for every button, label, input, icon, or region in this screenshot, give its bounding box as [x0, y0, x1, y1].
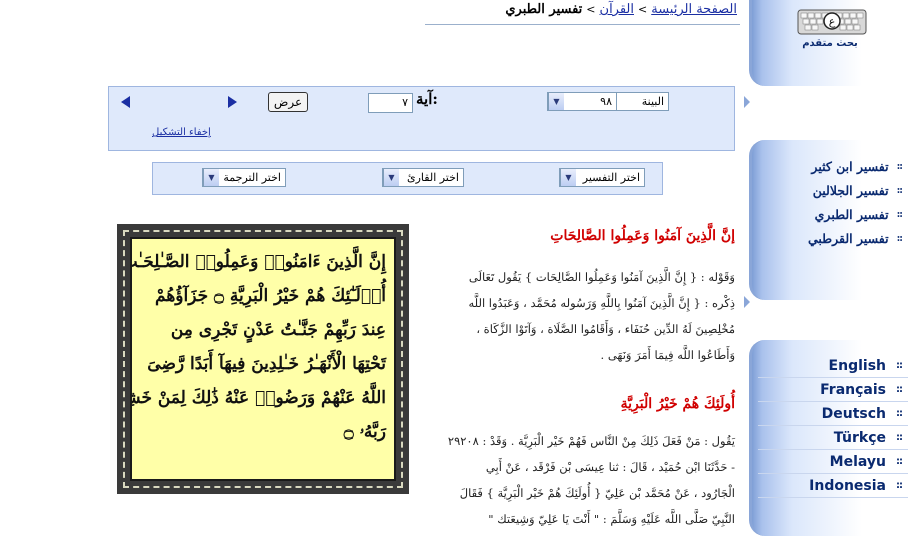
sidebar: ع بحث متقدم :: تفسير ابن كثير :: تفسير ا…: [745, 0, 908, 550]
verse-line: رَبَّهُۥ ۝: [343, 422, 386, 442]
advanced-search-link[interactable]: بحث متقدم: [752, 38, 908, 49]
chevron-down-icon[interactable]: ▼: [548, 93, 564, 110]
bullet-icon: ::: [896, 160, 903, 172]
bullet-icon: ::: [896, 456, 903, 467]
language-german[interactable]: Deutsch ::: [758, 402, 908, 426]
tafsir-heading: إنَّ الَّذِينَ آمَنُوا وَعَمِلُوا الصَّا…: [550, 228, 735, 244]
ayah-label: آية:: [416, 90, 438, 108]
chevron-down-icon[interactable]: ▼: [383, 169, 399, 186]
sidebar-item-label: تفسير الجلالين: [812, 182, 889, 198]
verse-navigation-panel: البينة ▼ ٩٨ ٩٨ ▼ آية: ٧ عرض إخفاء التشكي…: [108, 86, 735, 151]
tafsir-body: يَقُول : مَنْ فَعَلَ ذَلِكَ مِنْ النَّاس…: [410, 428, 735, 532]
tafsir-heading: أُولَئِكَ هُمْ خَيْرُ الْبَرِيَّةِ: [620, 396, 735, 412]
language-label: Türkçe: [833, 429, 886, 446]
breadcrumb-home-link[interactable]: الصفحة الرئيسة: [651, 2, 737, 17]
breadcrumb-divider: [425, 24, 740, 25]
tafsir-body: وَقَوْله : { إِنَّ الَّذِينَ آمَنُوا وَع…: [420, 264, 735, 368]
language-french[interactable]: Français ::: [758, 378, 908, 402]
bullet-icon: ::: [896, 208, 903, 220]
verse-image-border: إِنَّ الَّذِينَ ءَامَنُوا۟ وَعَمِلُوا۟ ا…: [123, 230, 403, 488]
tafsir-line: يَقُول : مَنْ فَعَلَ ذَلِكَ مِنْ النَّاس…: [447, 434, 735, 448]
keyboard-icon[interactable]: ع: [797, 9, 867, 35]
language-english[interactable]: English ::: [758, 354, 908, 378]
options-panel: اختر التفسير ▼ اختر القارئ ▼ اختر الترجم…: [152, 162, 663, 195]
tafsir-line: النَّبِيّ صَلَّى اللَّه عَلَيْهِ وَسَلَّ…: [488, 512, 735, 526]
breadcrumb-separator: >: [586, 3, 596, 16]
hide-diacritics-link[interactable]: إخفاء التشكيل: [152, 127, 211, 138]
previous-arrow-icon[interactable]: [121, 96, 130, 108]
translation-select-value: اختر الترجمة: [223, 171, 281, 184]
bullet-icon: ::: [896, 184, 903, 196]
tafsir-section-1: إنَّ الَّذِينَ آمَنُوا وَعَمِلُوا الصَّا…: [420, 228, 735, 368]
panel-notch-icon: [744, 296, 750, 308]
bullet-icon: ::: [896, 408, 903, 419]
reciter-select-value: اختر القارئ: [407, 171, 459, 184]
verse-line: اللَّهُ عَنْهُمْ وَرَضُوا۟ عَنْهُ ذَٰلِك…: [130, 388, 386, 408]
main-content: الصفحة الرئيسة>القرآن>تفسير الطبري البين…: [0, 0, 745, 550]
tafsir-select-value: اختر التفسير: [582, 171, 640, 184]
reciter-select[interactable]: اختر القارئ ▼: [382, 168, 464, 187]
tafsir-line: مُخْلِصِينَ لَهُ الدِّين حُنَفَاء ، وَأَ…: [476, 322, 735, 336]
search-panel: ع بحث متقدم: [749, 0, 908, 86]
next-arrow-icon[interactable]: [228, 96, 237, 108]
verse-select[interactable]: ٩٨ ▼: [547, 92, 617, 111]
verse-line: تَحْتِهَا الْأَنْهَـٰرُ خَـٰلِدِينَ فِيه…: [147, 354, 386, 374]
verse-select-value: ٩٨: [600, 95, 612, 108]
language-turkish[interactable]: Türkçe ::: [758, 426, 908, 450]
translation-select[interactable]: اختر الترجمة ▼: [202, 168, 286, 187]
tafsir-section-2: أُولَئِكَ هُمْ خَيْرُ الْبَرِيَّةِ يَقُو…: [410, 396, 735, 532]
language-indonesian[interactable]: Indonesia ::: [758, 474, 908, 498]
language-label: English: [828, 357, 886, 374]
bullet-icon: ::: [896, 480, 903, 491]
tafsir-line: الْجَارُود ، عَنْ مُحَمَّد بْن عَلِيّ { …: [459, 486, 735, 500]
sidebar-item-tafsir-jalalayn[interactable]: :: تفسير الجلالين: [758, 178, 908, 202]
sidebar-item-tafsir-tabari[interactable]: :: تفسير الطبري: [758, 202, 908, 226]
verse-line: إِنَّ الَّذِينَ ءَامَنُوا۟ وَعَمِلُوا۟ ا…: [130, 252, 386, 272]
show-button[interactable]: عرض: [268, 92, 308, 112]
svg-text:ع: ع: [829, 15, 836, 28]
breadcrumb-current: تفسير الطبري: [505, 2, 583, 17]
sidebar-item-tafsir-ibn-kathir[interactable]: :: تفسير ابن كثير: [758, 154, 908, 178]
tafsir-line: ذِكْره : { إِنَّ الَّذِينَ آمَنُوا بِالل…: [468, 296, 735, 310]
tafsir-select[interactable]: اختر التفسير ▼: [559, 168, 645, 187]
breadcrumb-separator: >: [638, 3, 648, 16]
language-label: Français: [820, 381, 886, 398]
language-label: Melayu: [829, 453, 886, 470]
bullet-icon: ::: [896, 360, 903, 371]
verse-image-text: إِنَّ الَّذِينَ ءَامَنُوا۟ وَعَمِلُوا۟ ا…: [130, 237, 396, 481]
bullet-icon: ::: [896, 384, 903, 395]
breadcrumb: الصفحة الرئيسة>القرآن>تفسير الطبري: [505, 2, 737, 17]
sidebar-item-label: تفسير ابن كثير: [811, 158, 889, 174]
tafsir-line: - حَدَّثَنَا ابْن حُمَيْد ، قَالَ : ثنا …: [485, 460, 735, 474]
verse-image: إِنَّ الَّذِينَ ءَامَنُوا۟ وَعَمِلُوا۟ ا…: [117, 224, 409, 494]
tafsir-line: وَقَوْله : { إِنَّ الَّذِينَ آمَنُوا وَع…: [468, 270, 735, 284]
language-label: Deutsch: [821, 405, 886, 422]
bullet-icon: ::: [896, 232, 903, 244]
sidebar-item-label: تفسير الطبري: [814, 206, 889, 222]
panel-notch-icon: [744, 96, 750, 108]
breadcrumb-quran-link[interactable]: القرآن: [600, 2, 634, 17]
sidebar-item-tafsir-qurtubi[interactable]: :: تفسير القرطبي: [758, 226, 908, 250]
language-malay[interactable]: Melayu ::: [758, 450, 908, 474]
bullet-icon: ::: [896, 432, 903, 443]
verse-line: عِندَ رَبِّهِمْ جَنَّـٰتُ عَدْنٍ تَجْرِى…: [170, 320, 386, 340]
sidebar-item-label: تفسير القرطبي: [807, 230, 889, 246]
chevron-down-icon[interactable]: ▼: [203, 169, 219, 186]
chevron-down-icon[interactable]: ▼: [560, 169, 576, 186]
language-panel: English :: Français :: Deutsch :: Türkçe…: [749, 340, 908, 536]
language-label: Indonesia: [809, 477, 886, 494]
ayah-input[interactable]: ٧: [368, 93, 413, 113]
tafsir-line: وَأَطَاعُوا اللَّه فِيمَا أَمَرَ وَنَهَى…: [600, 348, 735, 362]
tafsir-list-panel: :: تفسير ابن كثير :: تفسير الجلالين :: ت…: [749, 140, 908, 300]
verse-line: أُو۟لَـٰٓئِكَ هُمْ خَيْرُ الْبَرِيَّةِ ۝…: [155, 286, 386, 306]
